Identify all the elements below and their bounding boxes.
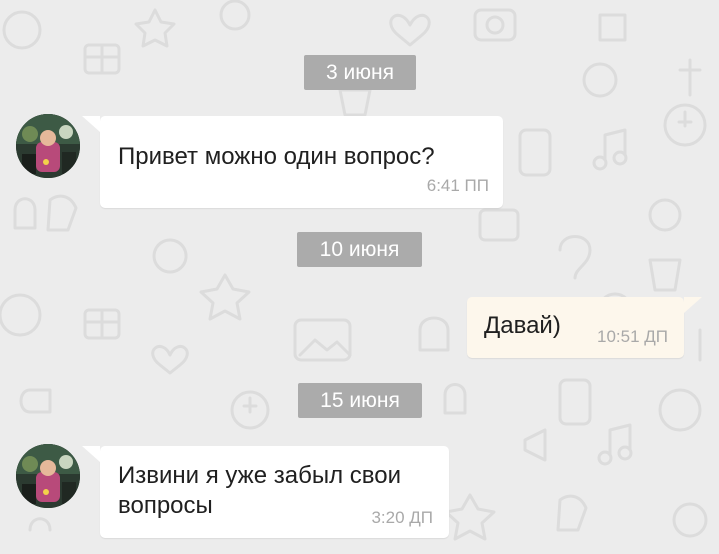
message-bubble-incoming[interactable]: Извини я уже забыл свои вопросы 3:20 ДП	[82, 446, 449, 538]
message-text-line-1: Извини я уже забыл свои	[118, 462, 401, 489]
message-timestamp: 6:41 ПП	[426, 176, 489, 195]
message-timestamp: 3:20 ДП	[371, 508, 433, 527]
date-separator: 3 июня	[304, 55, 416, 90]
message-text: Привет можно один вопрос?	[118, 143, 435, 170]
message-text-line-2: вопросы	[118, 492, 213, 519]
message-text: Давай)	[484, 312, 561, 339]
chat-conversation: 3 июня Привет можно один вопрос? 6:41 ПП…	[0, 0, 719, 554]
message-bubble-outgoing[interactable]: Давай) 10:51 ДП	[467, 297, 702, 358]
date-separator: 15 июня	[298, 383, 422, 418]
avatar-photo-icon	[16, 114, 80, 178]
contact-avatar[interactable]	[16, 444, 80, 508]
avatar-photo-icon	[16, 444, 80, 508]
message-timestamp: 10:51 ДП	[597, 327, 668, 346]
message-bubble-incoming[interactable]: Привет можно один вопрос? 6:41 ПП	[82, 116, 503, 208]
date-separator: 10 июня	[297, 232, 422, 267]
contact-avatar[interactable]	[16, 114, 80, 178]
